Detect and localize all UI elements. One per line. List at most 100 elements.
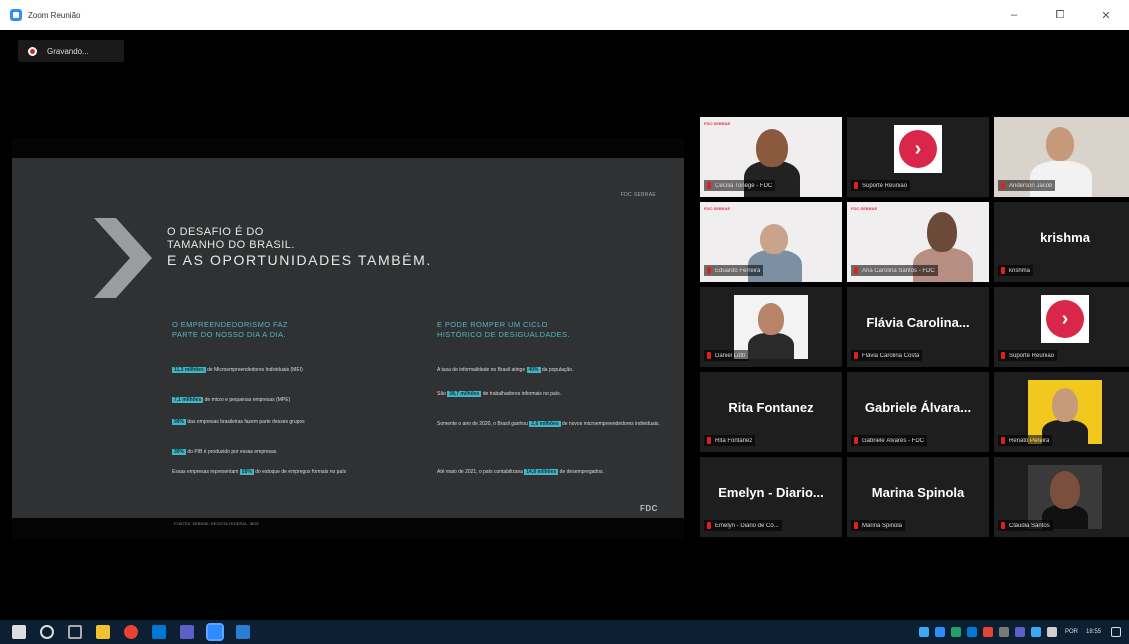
profile-avatar: › <box>894 125 942 173</box>
left-item: 7,1 milhões de micro e pequenas empresas… <box>172 397 291 403</box>
participant-name: Marina Spinola <box>871 485 965 500</box>
participant-tile[interactable]: FDC·SEBRAE Cecília Tonegé - FDC <box>700 117 842 197</box>
participant-tile[interactable]: Cláudia Santos <box>994 457 1129 537</box>
participant-nametag: Suporte Reunião <box>851 180 911 191</box>
right-item: Até maio de 2021, o país contabilizava 1… <box>437 469 604 475</box>
tray-app-icon[interactable] <box>934 627 945 637</box>
mic-muted-icon <box>1001 522 1005 529</box>
participant-tile[interactable]: krishma krishma <box>994 202 1129 282</box>
mic-muted-icon <box>854 182 858 189</box>
notifications-icon[interactable] <box>1111 627 1121 637</box>
tray-app-icon[interactable] <box>998 627 1009 637</box>
participant-nametag: Gabriele Álvares - FDC <box>851 435 928 446</box>
participant-video <box>756 129 788 167</box>
left-item: 99% das empresas brasileiras fazem parte… <box>172 419 305 425</box>
participant-nametag: Anderson Jacob <box>998 180 1056 191</box>
maximize-button[interactable]: ⧠ <box>1037 0 1083 30</box>
taskbar: POR 18:55 <box>0 620 1129 644</box>
participant-tile[interactable]: Anderson Jacob <box>994 117 1129 197</box>
meeting-area: Gravando... FDC·SEBRAE O DESAFIO É DO TA… <box>0 30 1129 620</box>
mic-muted-icon <box>707 522 711 529</box>
window-title: Zoom Reunião <box>28 10 81 20</box>
participant-video <box>927 212 957 252</box>
mic-muted-icon <box>1001 267 1005 274</box>
participant-nametag: Cecília Tonegé - FDC <box>704 180 776 191</box>
mic-muted-icon <box>707 267 711 274</box>
window-controls: – ⧠ ✕ <box>991 0 1129 30</box>
slide-corner-mark: FDC·SEBRAE <box>620 192 656 198</box>
chevron-right-icon: › <box>1046 300 1084 338</box>
close-button[interactable]: ✕ <box>1083 0 1129 30</box>
participant-nametag: krishma <box>998 265 1034 276</box>
volume-icon[interactable] <box>1046 627 1057 637</box>
participant-tile-active-speaker[interactable]: FDC·SEBRAE Ana Carolina Santos - FDC <box>847 202 989 282</box>
tray-app-icon[interactable] <box>982 627 993 637</box>
teams-icon[interactable] <box>180 625 194 639</box>
title-bar: Zoom Reunião – ⧠ ✕ <box>0 0 1129 30</box>
participant-nametag: Rita Fontanez <box>704 435 756 446</box>
profile-avatar: › <box>1041 295 1089 343</box>
participant-tile[interactable]: Daniel Lotti <box>700 287 842 367</box>
participant-nametag: Flávia Carolina Costa <box>851 350 923 361</box>
tray-app-icon[interactable] <box>966 627 977 637</box>
task-view-icon[interactable] <box>68 625 82 639</box>
chevron-right-icon: › <box>899 130 937 168</box>
tray-app-icon[interactable] <box>918 627 929 637</box>
language-indicator[interactable]: POR <box>1065 629 1078 635</box>
recording-indicator[interactable]: Gravando... <box>18 40 124 62</box>
left-item: Essas empresas representam 55% do estoqu… <box>172 469 347 475</box>
file-explorer-icon[interactable] <box>96 625 110 639</box>
participant-nametag: Ana Carolina Santos - FDC <box>851 265 938 276</box>
participant-tile[interactable]: Gabriele Álvara... Gabriele Álvares - FD… <box>847 372 989 452</box>
participant-nametag: Daniel Lotti <box>704 350 749 361</box>
slide-headline: O DESAFIO É DO TAMANHO DO BRASIL. E AS O… <box>167 226 432 268</box>
word-icon[interactable] <box>236 625 250 639</box>
system-tray: POR 18:55 <box>913 620 1121 644</box>
minimize-button[interactable]: – <box>991 0 1037 30</box>
participant-tile[interactable]: Emelyn - Diario... Emelyn - Diario de Co… <box>700 457 842 537</box>
tray-app-icon[interactable] <box>1014 627 1025 637</box>
participant-tile[interactable]: Renato Pereira <box>994 372 1129 452</box>
participant-name: Gabriele Álvara... <box>864 400 972 415</box>
participant-nametag: Suporte Reunião <box>998 350 1058 361</box>
mic-muted-icon <box>707 437 711 444</box>
participant-nametag: Emelyn - Diario de Co... <box>704 520 782 531</box>
record-icon <box>28 46 37 56</box>
participant-tile[interactable]: Flávia Carolina... Flávia Carolina Costa <box>847 287 989 367</box>
left-column-heading: O EMPREENDEDORISMO FAZ PARTE DO NOSSO DI… <box>172 320 288 339</box>
participant-tile[interactable]: Marina Spinola Marina Spinola <box>847 457 989 537</box>
windows-start-icon[interactable] <box>12 625 26 639</box>
network-icon[interactable] <box>1030 627 1041 637</box>
participant-name: Rita Fontanez <box>728 400 814 415</box>
participant-video <box>1046 127 1074 161</box>
participant-tile[interactable]: Rita Fontanez Rita Fontanez <box>700 372 842 452</box>
participant-nametag: Marina Spinola <box>851 520 906 531</box>
mic-muted-icon <box>1001 352 1005 359</box>
participant-name: krishma <box>1040 230 1090 245</box>
clock[interactable]: 18:55 <box>1086 629 1101 635</box>
brand-watermark: FDC·SEBRAE <box>704 206 731 211</box>
right-item: A taxa de informalidade no Brasil atinge… <box>437 367 574 373</box>
zoom-taskbar-icon[interactable] <box>206 623 224 641</box>
right-column-heading: E PODE ROMPER UM CICLO HISTÓRICO DE DESI… <box>437 320 570 339</box>
participant-video <box>760 224 788 254</box>
search-icon[interactable] <box>40 625 54 639</box>
participant-tile[interactable]: › Suporte Reunião <box>847 117 989 197</box>
participant-tile[interactable]: › Suporte Reunião <box>994 287 1129 367</box>
mic-muted-icon <box>1001 437 1005 444</box>
slide-source: FONTES: SEBRAE, RECEITA FEDERAL, IBGE <box>174 521 260 526</box>
recording-label: Gravando... <box>47 46 89 56</box>
participant-name: Flávia Carolina... <box>866 315 970 330</box>
chrome-icon[interactable] <box>124 625 138 639</box>
chevron-graphic <box>94 218 152 298</box>
shared-screen: FDC·SEBRAE O DESAFIO É DO TAMANHO DO BRA… <box>12 138 684 538</box>
tray-app-icon[interactable] <box>950 627 961 637</box>
participant-tile[interactable]: FDC·SEBRAE Eduardo Ferreira <box>700 202 842 282</box>
mic-muted-icon <box>1001 182 1005 189</box>
brand-watermark: FDC·SEBRAE <box>851 206 878 211</box>
mail-icon[interactable] <box>152 625 166 639</box>
zoom-app-icon <box>10 9 22 21</box>
participant-nametag: Renato Pereira <box>998 435 1053 446</box>
mic-muted-icon <box>707 182 711 189</box>
brand-watermark: FDC·SEBRAE <box>704 121 731 126</box>
